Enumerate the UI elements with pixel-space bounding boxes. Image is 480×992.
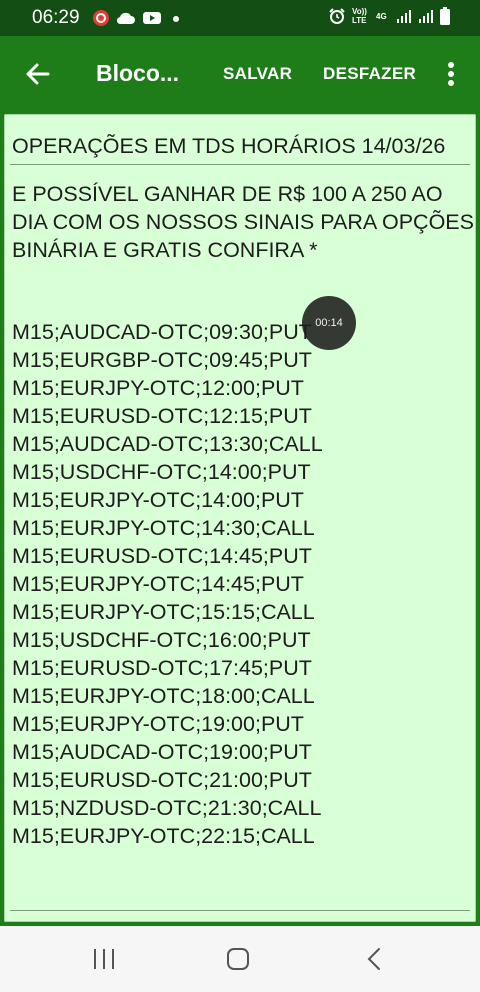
signal-line: M15;AUDCAD-OTC;19:00;PUT — [12, 740, 312, 764]
signal-line: M15;EURJPY-OTC;14:30;CALL — [12, 516, 315, 540]
signal-line: M15;EURJPY-OTC;19:00;PUT — [12, 712, 304, 736]
alarm-icon — [329, 8, 345, 24]
dot-icon — [173, 16, 179, 22]
home-icon[interactable] — [223, 946, 253, 972]
signal-line: M15;AUDCAD-OTC;13:30;CALL — [12, 432, 323, 456]
signal-line: M15;EURJPY-OTC;18:00;CALL — [12, 684, 315, 708]
note-title[interactable]: OPERAÇÕES EM TDS HORÁRIOS 14/03/26 — [12, 134, 445, 159]
status-right-icons: Vo)) LTE 4G — [328, 7, 450, 25]
volte-label: Vo)) LTE — [352, 7, 367, 25]
save-button[interactable]: SALVAR — [223, 64, 292, 84]
signal-line: M15;AUDCAD-OTC;09:30;PUT — [12, 320, 312, 344]
back-icon[interactable] — [360, 946, 390, 972]
back-arrow-icon[interactable] — [22, 58, 54, 90]
signal-line: M15;EURUSD-OTC;21:00;PUT — [12, 768, 312, 792]
notification-app-icon — [93, 10, 109, 26]
app-title: Bloco... — [96, 60, 180, 86]
content-area: OPERAÇÕES EM TDS HORÁRIOS 14/03/26 E POS… — [0, 112, 480, 926]
more-options-icon[interactable] — [440, 58, 462, 90]
note-body[interactable]: E POSSÍVEL GANHAR DE R$ 100 A 250 AO DIA… — [12, 180, 474, 848]
signal-line: M15;NZDUSD-OTC;21:30;CALL — [12, 796, 322, 820]
signal-line: M15;USDCHF-OTC;16:00;PUT — [12, 628, 311, 652]
note-editor[interactable]: OPERAÇÕES EM TDS HORÁRIOS 14/03/26 E POS… — [4, 114, 476, 922]
app-bar: Bloco... SALVAR DESFAZER — [0, 36, 480, 112]
signal-list: M15;AUDCAD-OTC;09:30;PUT M15;EURGBP-OTC;0… — [12, 318, 323, 850]
navigation-bar — [0, 926, 480, 992]
network-type-label: 4G — [376, 11, 387, 21]
signal-line: M15;EURJPY-OTC;14:45;PUT — [12, 572, 304, 596]
signal-line: M15;EURJPY-OTC;22:15;CALL — [12, 824, 315, 848]
status-bar: 06:29 Vo)) LTE 4G — [0, 0, 480, 36]
youtube-icon — [143, 12, 161, 24]
signal-icon — [397, 10, 411, 23]
signal-line: M15;EURJPY-OTC;12:00;PUT — [12, 376, 304, 400]
signal-line: M15;EURUSD-OTC;14:45;PUT — [12, 544, 312, 568]
signal-line: M15;EURUSD-OTC;17:45;PUT — [12, 656, 312, 680]
battery-icon — [440, 7, 450, 25]
signal-icon — [419, 10, 433, 23]
signal-line: M15;EURJPY-OTC;14:00;PUT — [12, 488, 304, 512]
signal-line: M15;EURJPY-OTC;15:15;CALL — [12, 600, 315, 624]
bottom-divider — [10, 910, 470, 911]
signal-line: M15;EURUSD-OTC;12:15;PUT — [12, 404, 312, 428]
title-divider — [10, 164, 470, 165]
status-time: 06:29 — [32, 7, 80, 28]
recording-timer-bubble[interactable]: 00:14 — [302, 296, 356, 350]
signal-line: M15;USDCHF-OTC;14:00;PUT — [12, 460, 311, 484]
undo-button[interactable]: DESFAZER — [323, 64, 416, 84]
recents-icon[interactable] — [89, 946, 119, 972]
note-intro-text: E POSSÍVEL GANHAR DE R$ 100 A 250 AO DIA… — [12, 182, 474, 262]
signal-line: M15;EURGBP-OTC;09:45;PUT — [12, 348, 312, 372]
cloud-icon — [116, 12, 135, 25]
